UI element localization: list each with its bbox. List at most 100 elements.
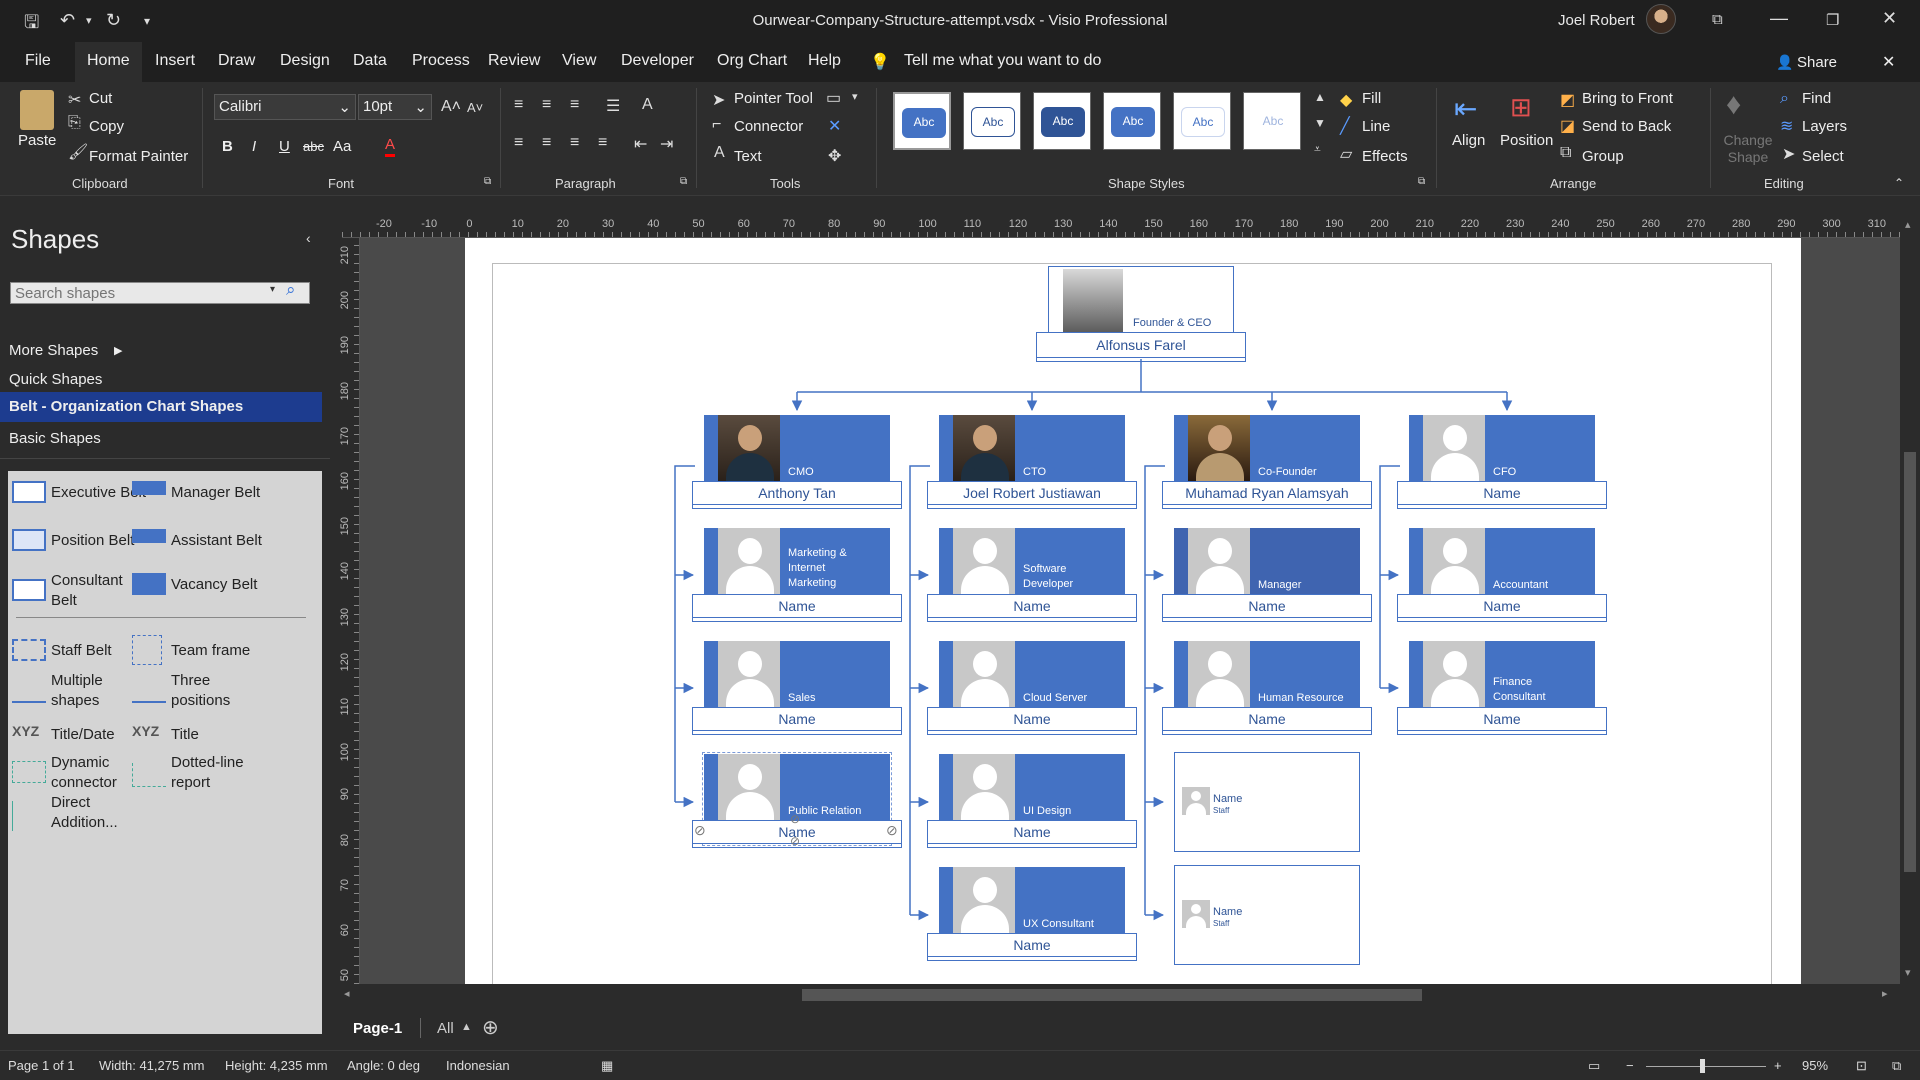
styles-more-icon[interactable]: ⩡ — [1314, 142, 1321, 157]
angle-readout[interactable]: Angle: 0 deg — [347, 1058, 420, 1073]
shape-style-6[interactable]: Abc — [1243, 92, 1301, 150]
three-positions-icon[interactable] — [132, 681, 166, 703]
position-belt-icon[interactable] — [12, 529, 46, 551]
copy-button[interactable]: Copy — [89, 118, 124, 135]
stencil-team-frame[interactable]: Team frame — [171, 641, 250, 661]
line-button[interactable]: Line — [1362, 118, 1390, 135]
text-button[interactable]: Text — [734, 148, 762, 165]
drawing-canvas[interactable]: Founder & CEO Alfonsus Farel CMO Anthony… — [360, 238, 1900, 984]
title-date-icon[interactable]: XYZ — [12, 723, 39, 739]
align-button[interactable]: Align — [1452, 132, 1485, 149]
cto-name[interactable]: Joel Robert Justiawan — [927, 481, 1137, 505]
zoom-slider-thumb[interactable] — [1700, 1059, 1705, 1073]
org-card-cmo[interactable]: CMO Anthony Tan — [692, 415, 902, 509]
search-shapes-input[interactable] — [10, 282, 310, 304]
group-button[interactable]: Group — [1582, 148, 1624, 165]
staff-belt-icon[interactable] — [12, 639, 46, 661]
zoom-in-icon[interactable]: + — [1774, 1058, 1782, 1073]
org-card-cloud-server[interactable]: Cloud Server Name — [927, 641, 1137, 735]
org-card-staff-2[interactable]: Name Staff — [1174, 865, 1360, 965]
ui-design-name[interactable]: Name — [927, 820, 1137, 844]
tab-org-chart[interactable]: Org Chart — [717, 52, 787, 70]
tab-data[interactable]: Data — [353, 52, 387, 70]
tab-review[interactable]: Review — [488, 52, 540, 70]
layers-button[interactable]: Layers — [1802, 118, 1847, 135]
share-button[interactable]: Share — [1797, 54, 1837, 71]
shape-style-3[interactable]: Abc — [1033, 92, 1091, 150]
stencil-title-date[interactable]: Title/Date — [51, 725, 115, 745]
stencil-manager-belt[interactable]: Manager Belt — [171, 483, 260, 503]
horizontal-scrollbar[interactable]: ◂ ▸ — [342, 984, 1902, 1006]
sales-name[interactable]: Name — [692, 707, 902, 731]
marketing-name[interactable]: Name — [692, 594, 902, 618]
font-color-button[interactable]: A — [385, 136, 396, 157]
add-page-icon[interactable]: ⊕ — [482, 1015, 499, 1040]
text-icon[interactable]: A — [714, 144, 725, 162]
group-icon[interactable]: ⧉ — [1560, 144, 1571, 162]
org-card-ui-design[interactable]: UI Design Name — [927, 754, 1137, 848]
line-icon[interactable]: ╱ — [1340, 116, 1350, 136]
stencil-direct-addition[interactable]: Direct Addition... — [51, 793, 118, 833]
fill-icon[interactable]: ◆ — [1340, 90, 1352, 110]
org-card-manager[interactable]: Manager Name — [1162, 528, 1372, 622]
select-button[interactable]: Select — [1802, 148, 1844, 165]
font-family-select[interactable]: Calibri ⌄ — [214, 94, 356, 120]
search-dropdown-icon[interactable]: ▾ — [270, 284, 275, 295]
connector-button[interactable]: Connector — [734, 118, 803, 135]
title-icon[interactable]: XYZ — [132, 723, 159, 739]
team-frame-icon[interactable] — [132, 635, 162, 665]
grow-font-icon[interactable]: A˄ — [441, 98, 461, 116]
tab-view[interactable]: View — [562, 52, 596, 70]
align-right-icon[interactable]: ≡ — [570, 134, 579, 152]
shrink-font-icon[interactable]: A˅ — [467, 100, 483, 115]
scroll-left-icon[interactable]: ◂ — [344, 987, 350, 1000]
send-to-back-icon[interactable]: ◪ — [1560, 116, 1575, 136]
restore-icon[interactable]: ❐ — [1826, 11, 1839, 29]
rectangle-tool-icon[interactable]: ▭ — [826, 88, 841, 108]
tab-help[interactable]: Help — [808, 52, 841, 70]
tab-design[interactable]: Design — [280, 52, 330, 70]
cloud-server-name[interactable]: Name — [927, 707, 1137, 731]
shape-style-2[interactable]: Abc — [963, 92, 1021, 150]
stencil-dotted-line-report[interactable]: Dotted-line report — [171, 753, 244, 793]
drawing-page[interactable]: Founder & CEO Alfonsus Farel CMO Anthony… — [465, 238, 1801, 984]
resize-handle-bottom[interactable]: ⊘ — [790, 834, 800, 848]
org-card-sales[interactable]: Sales Name — [692, 641, 902, 735]
quick-shapes-link[interactable]: Quick Shapes — [9, 371, 102, 388]
italic-button[interactable]: I — [252, 138, 256, 155]
resize-handle-left[interactable]: ⊘ — [694, 822, 706, 839]
tab-file[interactable]: File — [25, 52, 51, 70]
cut-button[interactable]: Cut — [89, 90, 112, 107]
send-to-back-button[interactable]: Send to Back — [1582, 118, 1671, 135]
zoom-out-icon[interactable]: − — [1626, 1058, 1634, 1073]
tab-process[interactable]: Process — [412, 52, 470, 70]
org-card-ux-consultant[interactable]: UX Consultant Name — [927, 867, 1137, 961]
shape-style-1[interactable]: Abc — [893, 92, 951, 150]
scroll-right-icon[interactable]: ▸ — [1882, 987, 1888, 1000]
scroll-down-icon[interactable]: ▾ — [1905, 966, 1911, 979]
decrease-indent-icon[interactable]: ⇤ — [634, 134, 647, 154]
tab-page-1[interactable]: Page-1 — [353, 1020, 402, 1037]
copy-icon[interactable]: ⎘ — [68, 114, 81, 132]
stencil-title[interactable]: Title — [171, 725, 199, 745]
align-shapes-icon[interactable]: ⇤ — [1454, 92, 1477, 125]
align-center-icon[interactable]: ≡ — [542, 134, 551, 152]
human-resource-name[interactable]: Name — [1162, 707, 1372, 731]
effects-icon[interactable]: ▱ — [1340, 144, 1352, 164]
switch-windows-icon[interactable]: ⧉ — [1892, 1058, 1901, 1074]
find-icon[interactable]: ⌕ — [1780, 90, 1789, 108]
accountant-name[interactable]: Name — [1397, 594, 1607, 618]
strikethrough-button[interactable]: abc — [303, 139, 324, 154]
align-bottom-icon[interactable]: ≡ — [570, 96, 579, 114]
cofounder-name[interactable]: Muhamad Ryan Alamsyah — [1162, 481, 1372, 505]
org-card-cofounder[interactable]: Co-Founder Muhamad Ryan Alamsyah — [1162, 415, 1372, 509]
dotted-line-report-icon[interactable] — [132, 763, 166, 787]
paste-button[interactable]: Paste — [18, 132, 56, 149]
horizontal-ruler[interactable]: -20 -10 0 10 20 30 40 50 60 70 80 90 100 110 120 130 140… — [342, 216, 1920, 238]
org-card-cto[interactable]: CTO Joel Robert Justiawan — [927, 415, 1137, 509]
page-indicator[interactable]: Page 1 of 1 — [8, 1058, 75, 1073]
stencil-belt-org-chart[interactable]: Belt - Organization Chart Shapes — [0, 392, 322, 422]
pointer-icon[interactable]: ➤ — [712, 90, 725, 110]
basic-shapes-link[interactable]: Basic Shapes — [9, 430, 101, 447]
cmo-name[interactable]: Anthony Tan — [692, 481, 902, 505]
